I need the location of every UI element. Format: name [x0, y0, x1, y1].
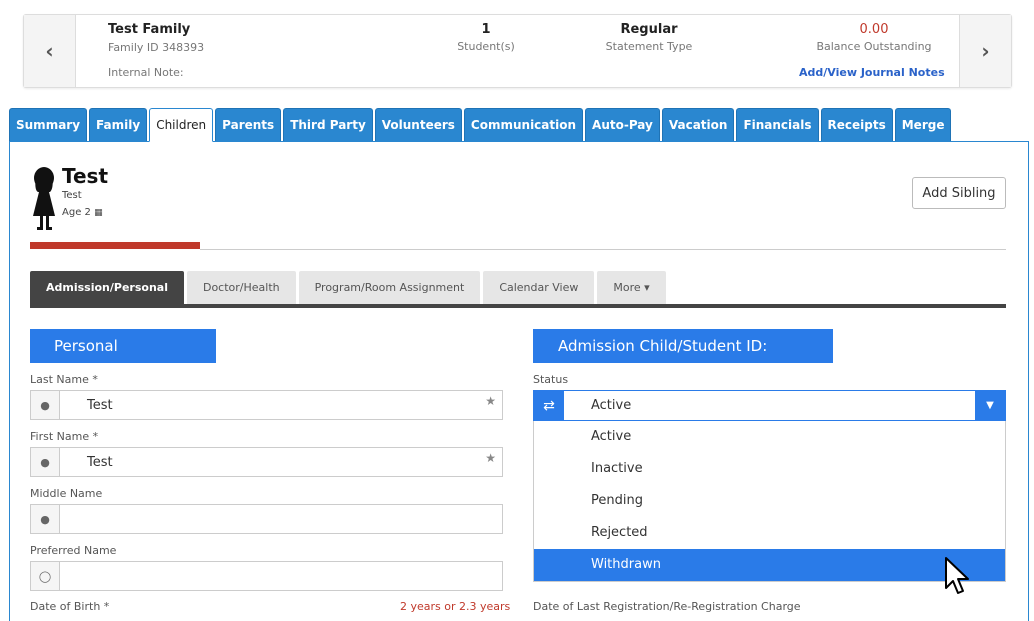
internal-note-label: Internal Note: [108, 66, 184, 79]
swap-icon: ⇄ [534, 391, 564, 420]
tab-children[interactable]: Children [149, 108, 214, 142]
tab-third-party[interactable]: Third Party [283, 108, 373, 142]
students-label: Student(s) [457, 40, 515, 53]
next-family-button[interactable]: › [959, 15, 1011, 87]
child-silhouette-icon [33, 167, 55, 230]
status-dropdown: Active Inactive Pending Rejected Withdra… [533, 421, 1006, 582]
tab-parents[interactable]: Parents [215, 108, 282, 142]
balance-label: Balance Outstanding [816, 40, 932, 53]
child-sub-tabs: Admission/Personal Doctor/Health Program… [30, 271, 669, 304]
statement-type-label: Statement Type [605, 40, 693, 53]
first-name-field[interactable]: ● Test ★ [30, 447, 503, 477]
tab-merge[interactable]: Merge [894, 108, 952, 142]
statement-type-value: Regular [620, 22, 678, 37]
journal-notes-link[interactable]: Add/View Journal Notes [799, 66, 945, 79]
star-icon: ★ [485, 451, 496, 465]
chevron-left-icon: ‹ [45, 39, 54, 63]
status-option-active[interactable]: Active [534, 421, 1005, 453]
star-icon: ★ [485, 394, 496, 408]
status-option-pending[interactable]: Pending [534, 485, 1005, 517]
user-icon: ● [31, 505, 60, 533]
preferred-name-field[interactable]: ◯ [30, 561, 503, 591]
child-status-bar [30, 242, 200, 249]
students-stat: 1 Student(s) [446, 22, 526, 53]
first-name-label: First Name * [30, 430, 99, 443]
child-age: Age 2 ▦ [62, 207, 103, 218]
admission-heading: Admission Child/Student ID: 452600 [533, 329, 833, 389]
tab-communication[interactable]: Communication [463, 108, 584, 142]
balance-value: 0.00 [859, 22, 889, 37]
statement-type-stat: Regular Statement Type [594, 22, 704, 53]
personal-info-heading: Personal Information [30, 329, 216, 389]
sub-tab-underline [30, 304, 1006, 308]
last-name-field[interactable]: ● Test ★ [30, 390, 503, 420]
status-option-withdrawn[interactable]: Withdrawn [534, 549, 1005, 581]
user-icon: ● [31, 391, 60, 419]
tab-program-room-assignment[interactable]: Program/Room Assignment [298, 271, 481, 304]
chevron-right-icon: › [981, 39, 990, 63]
previous-family-button[interactable]: ‹ [24, 15, 76, 87]
tab-financials[interactable]: Financials [736, 108, 819, 142]
students-count: 1 [481, 22, 491, 37]
child-name: Test [62, 164, 109, 188]
add-sibling-button[interactable]: Add Sibling [912, 177, 1006, 209]
last-name-value: Test [87, 398, 113, 413]
status-label: Status [533, 373, 569, 386]
family-id: Family ID 348393 [108, 41, 205, 54]
child-subtitle: Test [62, 190, 82, 201]
main-tabs: Summary Family Children Parents Third Pa… [9, 108, 953, 142]
tab-calendar-view[interactable]: Calendar View [483, 271, 595, 304]
tab-summary[interactable]: Summary [9, 108, 88, 142]
divider [200, 249, 1006, 250]
tab-auto-pay[interactable]: Auto-Pay [585, 108, 660, 142]
middle-name-label: Middle Name [30, 487, 103, 500]
chevron-down-icon[interactable]: ▼ [975, 391, 1005, 420]
tab-receipts[interactable]: Receipts [820, 108, 893, 142]
status-value: Active [591, 398, 632, 413]
family-summary-card: ‹ Test Family Family ID 348393 Internal … [23, 14, 1012, 88]
mouse-cursor-icon [945, 557, 969, 594]
balance-stat: 0.00 Balance Outstanding [809, 22, 939, 53]
middle-name-field[interactable]: ● [30, 504, 503, 534]
tab-doctor-health[interactable]: Doctor/Health [186, 271, 296, 304]
tab-family[interactable]: Family [89, 108, 148, 142]
last-name-label: Last Name * [30, 373, 98, 386]
tab-volunteers[interactable]: Volunteers [374, 108, 462, 142]
first-name-value: Test [87, 455, 113, 470]
tab-more[interactable]: More ▾ [597, 271, 666, 304]
status-select[interactable]: ⇄ Active ▼ [533, 390, 1006, 421]
family-name: Test Family [108, 22, 191, 37]
speech-bubble-icon: ◯ [31, 562, 60, 590]
status-option-inactive[interactable]: Inactive [534, 453, 1005, 485]
preferred-name-label: Preferred Name [30, 544, 117, 557]
status-option-rejected[interactable]: Rejected [534, 517, 1005, 549]
user-icon: ● [31, 448, 60, 476]
tab-admission-personal[interactable]: Admission/Personal [30, 271, 184, 304]
tab-vacation[interactable]: Vacation [661, 108, 735, 142]
birthday-cake-icon: ▦ [94, 208, 103, 218]
